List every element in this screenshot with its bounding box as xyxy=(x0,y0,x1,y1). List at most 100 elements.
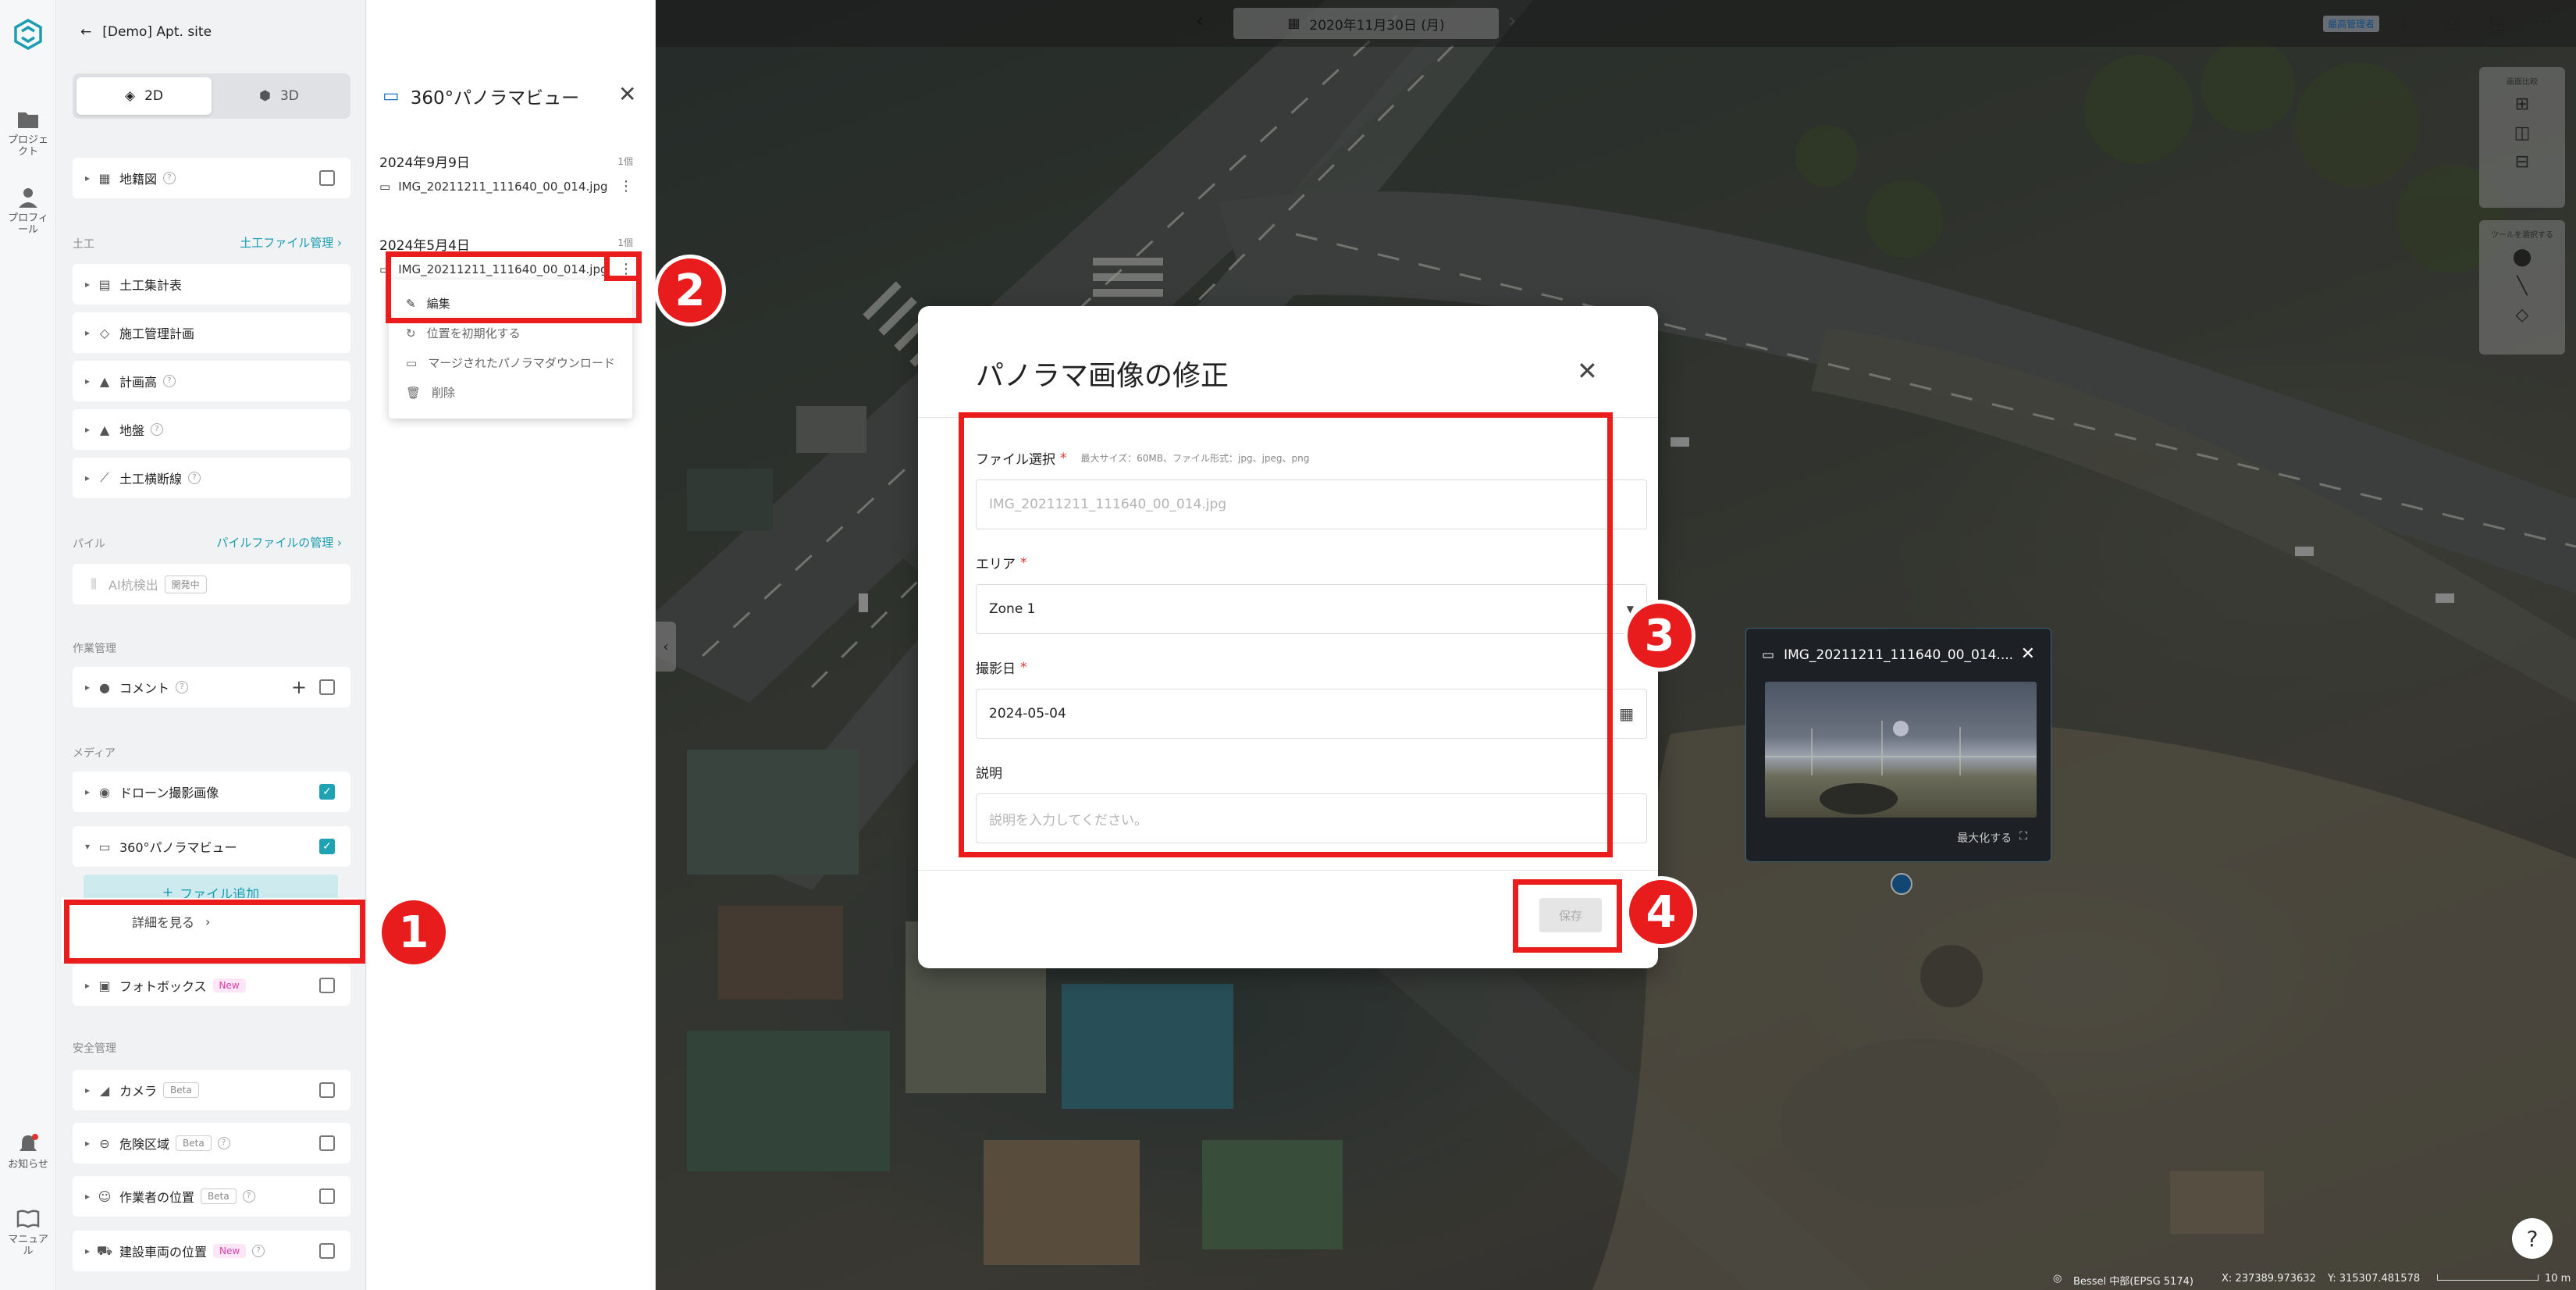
view-3d-button[interactable]: ⬢ 3D xyxy=(212,77,347,115)
menu-item-reset-position[interactable]: ↻ 位置を初期化する xyxy=(406,325,521,341)
rail-item-notice[interactable]: お知らせ xyxy=(0,1134,56,1171)
layer-earthwork-summary[interactable]: ▸ ▤ 土工集計表 xyxy=(73,264,350,305)
calendar-icon[interactable]: ▦ xyxy=(1619,704,1634,723)
help-icon[interactable]: ? xyxy=(163,172,176,184)
truck-icon: ⛟ xyxy=(96,1242,113,1258)
layer-comment[interactable]: ▸ ● コメント? + xyxy=(73,667,350,707)
menu-item-delete[interactable]: 🗑 削除 xyxy=(406,384,455,401)
caret-right-icon[interactable]: ▸ xyxy=(85,1191,96,1202)
menu-item-download-merged[interactable]: ▭ マージされたパノラマダウンロード xyxy=(406,355,615,371)
help-icon[interactable]: ? xyxy=(252,1245,265,1257)
layer-checkbox[interactable]: ✓ xyxy=(319,839,335,854)
file-name: IMG_20211211_111640_00_014.jpg xyxy=(398,180,608,194)
help-icon[interactable]: ? xyxy=(242,1190,255,1203)
caret-right-icon[interactable]: ▸ xyxy=(85,327,96,338)
layer-checkbox[interactable] xyxy=(319,1188,335,1204)
layer-checkbox[interactable] xyxy=(319,679,335,695)
help-icon[interactable]: ? xyxy=(176,681,189,693)
caret-right-icon[interactable]: ▸ xyxy=(85,1085,96,1096)
pile-file-link[interactable]: パイルファイルの管理 › xyxy=(216,534,342,551)
help-icon[interactable]: ? xyxy=(188,472,201,484)
close-icon[interactable]: ✕ xyxy=(1577,356,1598,386)
link-label: 土工ファイル管理 xyxy=(240,236,334,250)
layers-icon: ◈ xyxy=(125,88,136,104)
caret-right-icon[interactable]: ▸ xyxy=(85,1245,96,1256)
dev-badge: 開発中 xyxy=(164,575,207,593)
help-icon[interactable]: ? xyxy=(217,1137,230,1149)
callout-number-3: 3 xyxy=(1624,600,1695,672)
layer-checkbox[interactable] xyxy=(319,170,335,186)
layer-label: 計画高 xyxy=(119,375,158,390)
caret-right-icon[interactable]: ▸ xyxy=(85,173,96,184)
more-vert-icon[interactable]: ⋮ xyxy=(619,178,633,194)
add-comment-button[interactable]: + xyxy=(291,676,307,698)
help-icon[interactable]: ? xyxy=(163,375,176,387)
layer-checkbox[interactable] xyxy=(319,1135,335,1151)
back-to-project-link[interactable]: ← [Demo] Apt. site xyxy=(80,20,212,44)
book-icon xyxy=(16,1210,40,1228)
layer-label: AI杭検出 xyxy=(109,578,158,593)
group-count: 1個 xyxy=(617,237,633,248)
menu-label: マージされたパノラマダウンロード xyxy=(428,356,615,370)
layer-construction-plan[interactable]: ▸ ◇ 施工管理計画 xyxy=(73,312,350,353)
rail-item-manual[interactable]: マニュアル xyxy=(0,1209,56,1257)
panorama-thumbnail[interactable] xyxy=(1765,682,2037,818)
rail-item-profile[interactable]: プロフィール xyxy=(0,187,56,236)
caret-right-icon[interactable]: ▸ xyxy=(85,786,96,797)
earthwork-file-link[interactable]: 土工ファイル管理 › xyxy=(240,234,342,251)
highlight-box-3 xyxy=(959,412,1613,857)
comment-icon: ● xyxy=(99,679,110,695)
app-logo-icon[interactable] xyxy=(11,17,45,52)
maximize-button[interactable]: 最大化する ⛶ xyxy=(1957,830,2027,846)
rail-item-project[interactable]: プロジェクト xyxy=(0,109,56,158)
layer-checkbox[interactable] xyxy=(319,978,335,993)
layer-drone-image[interactable]: ▸ ◉ ドローン撮影画像 ✓ xyxy=(73,772,350,812)
layer-camera[interactable]: ▸ ◢ カメラ Beta xyxy=(73,1070,350,1110)
divider xyxy=(918,870,1658,871)
caret-right-icon[interactable]: ▸ xyxy=(85,424,96,435)
help-icon[interactable]: ? xyxy=(151,423,164,436)
layer-cadastral[interactable]: ▸ ▦ 地籍図? xyxy=(73,158,350,198)
preview-title-text: IMG_20211211_111640_00_014.... xyxy=(1784,647,2014,663)
layer-design-height[interactable]: ▸ ▲ 計画高? xyxy=(73,361,350,401)
layer-panorama[interactable]: ▾ ▭ 360°パノラマビュー ✓ xyxy=(73,826,350,867)
caret-right-icon[interactable]: ▸ xyxy=(85,376,96,387)
caret-right-icon[interactable]: ▸ xyxy=(85,279,96,290)
terrain-icon: ▲ xyxy=(99,373,110,389)
layer-checkbox[interactable] xyxy=(319,1243,335,1259)
close-icon[interactable]: ✕ xyxy=(618,81,636,107)
arrow-left-icon: ← xyxy=(80,24,92,40)
caret-right-icon[interactable]: ▸ xyxy=(85,980,96,991)
layer-label: 土工集計表 xyxy=(119,278,183,293)
beta-badge: Beta xyxy=(163,1082,199,1098)
pile-icon: ⫼ xyxy=(91,576,97,591)
panorama-file-item[interactable]: ▭ IMG_20211211_111640_00_014.jpg xyxy=(379,180,645,194)
layer-photobox[interactable]: ▸ ▣ フォトボックス New xyxy=(73,965,350,1006)
layer-ground[interactable]: ▸ ▲ 地盤? xyxy=(73,409,350,450)
help-button[interactable]: ? xyxy=(2512,1218,2553,1259)
plan-icon: ◇ xyxy=(99,325,110,340)
rail-item-label: マニュアル xyxy=(8,1234,48,1257)
layer-cross-section[interactable]: ▸ ⟋ 土工横断線? xyxy=(73,458,350,498)
layer-checkbox[interactable]: ✓ xyxy=(319,784,335,800)
layer-danger-zone[interactable]: ▸ ⊖ 危険区域 Beta? xyxy=(73,1123,350,1163)
caret-right-icon[interactable]: ▸ xyxy=(85,472,96,483)
photo-icon: ▣ xyxy=(98,978,111,993)
no-entry-icon: ⊖ xyxy=(99,1135,110,1151)
layer-vehicle-position[interactable]: ▸ ⛟ 建設車両の位置 New? xyxy=(73,1231,350,1271)
caret-down-icon[interactable]: ▾ xyxy=(85,841,96,852)
left-rail: プロジェクト プロフィール お知らせ マニュアル xyxy=(0,0,56,1290)
caret-right-icon[interactable]: ▸ xyxy=(85,682,96,693)
view-mode-toggle: ◈ 2D ⬢ 3D xyxy=(73,73,350,119)
layer-checkbox[interactable] xyxy=(319,1082,335,1098)
caret-right-icon[interactable]: ▸ xyxy=(85,1138,96,1149)
layer-label: 地籍図 xyxy=(119,172,158,187)
layer-ai-pile: ⫼ AI杭検出 開発中 xyxy=(73,564,350,604)
cube-icon: ⬢ xyxy=(259,88,271,104)
view-2d-button[interactable]: ◈ 2D xyxy=(76,77,212,115)
link-label: パイルファイルの管理 xyxy=(216,536,334,550)
beta-badge: Beta xyxy=(201,1188,237,1204)
layer-worker-position[interactable]: ▸ ☺ 作業者の位置 Beta? xyxy=(73,1176,350,1217)
close-icon[interactable]: ✕ xyxy=(2021,644,2035,664)
layer-label: コメント xyxy=(119,681,170,696)
